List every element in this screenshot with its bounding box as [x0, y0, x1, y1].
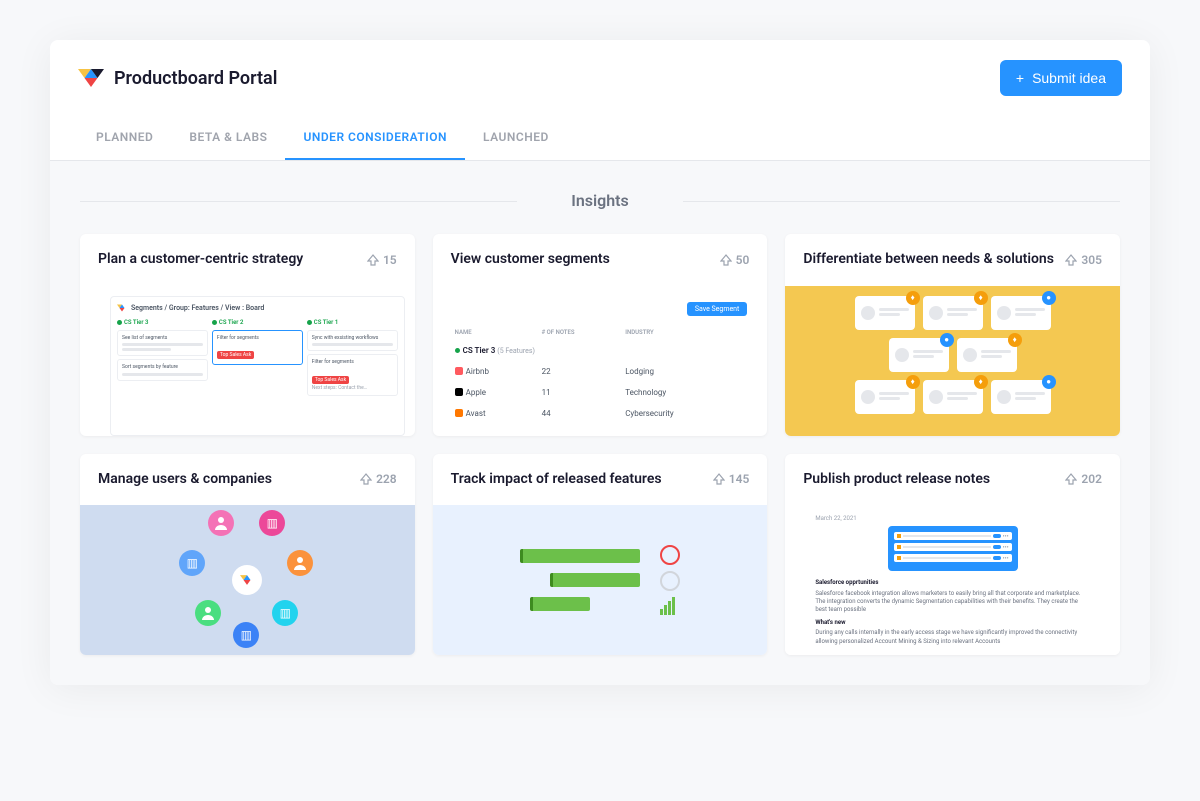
- card-grid: Plan a customer-centric strategy 15 Segm…: [80, 234, 1120, 655]
- card-title: Differentiate between needs & solutions: [803, 250, 1065, 270]
- card-preview: ▥ ▥ ▥ ▥: [80, 505, 415, 655]
- chat-icon: ●: [1042, 291, 1056, 305]
- upvote-icon: [720, 254, 732, 266]
- card-segments[interactable]: View customer segments 50 Save Segment N…: [433, 234, 768, 436]
- card-release-notes[interactable]: Publish product release notes 202 March …: [785, 454, 1120, 656]
- portal-app: Productboard Portal + Submit idea PLANNE…: [50, 40, 1150, 685]
- vote-count[interactable]: 145: [713, 472, 750, 486]
- content-area: Insights Plan a customer-centric strateg…: [50, 161, 1150, 685]
- vote-count[interactable]: 202: [1065, 472, 1102, 486]
- idea-icon: ♦: [1008, 333, 1022, 347]
- card-title: Plan a customer-centric strategy: [98, 250, 367, 270]
- bars-icon: [660, 597, 680, 615]
- vote-count[interactable]: 50: [720, 253, 750, 267]
- building-icon: ▥: [233, 622, 259, 648]
- person-icon: [195, 600, 221, 626]
- card-strategy[interactable]: Plan a customer-centric strategy 15 Segm…: [80, 234, 415, 436]
- idea-icon: ♦: [974, 291, 988, 305]
- upvote-icon: [713, 473, 725, 485]
- idea-icon: ♦: [906, 291, 920, 305]
- vote-count[interactable]: 305: [1065, 253, 1102, 267]
- section-title: Insights: [80, 191, 1120, 210]
- upvote-icon: [367, 254, 379, 266]
- card-title: View customer segments: [451, 250, 720, 270]
- person-icon: [287, 550, 313, 576]
- trend-icon: [660, 545, 680, 565]
- plus-icon: +: [1016, 70, 1024, 86]
- idea-icon: ♦: [974, 375, 988, 389]
- app-header: Productboard Portal + Submit idea: [50, 40, 1150, 116]
- chat-icon: ●: [1042, 375, 1056, 389]
- productboard-logo-icon: [78, 65, 104, 91]
- tab-planned[interactable]: PLANNED: [78, 116, 171, 160]
- person-icon: [208, 510, 234, 536]
- card-preview: March 22, 2021 ••• ••• ••• Salesforce op…: [785, 505, 1120, 655]
- card-preview: ♦ ♦ ● ● ♦ ♦ ♦ ●: [785, 286, 1120, 436]
- upvote-icon: [1065, 473, 1077, 485]
- idea-icon: ♦: [906, 375, 920, 389]
- tab-beta-labs[interactable]: BETA & LABS: [171, 116, 285, 160]
- card-title: Publish product release notes: [803, 470, 1065, 490]
- upvote-icon: [1065, 254, 1077, 266]
- building-icon: ▥: [259, 510, 285, 536]
- ring-icon: [660, 571, 680, 591]
- logo: Productboard Portal: [78, 65, 277, 91]
- tab-launched[interactable]: LAUNCHED: [465, 116, 567, 160]
- vote-count[interactable]: 15: [367, 253, 397, 267]
- app-title: Productboard Portal: [114, 68, 277, 89]
- card-preview: Segments / Group: Features / View : Boar…: [80, 286, 415, 436]
- card-title: Manage users & companies: [98, 470, 360, 490]
- mini-logo-icon: [117, 303, 127, 313]
- card-needs-solutions[interactable]: Differentiate between needs & solutions …: [785, 234, 1120, 436]
- building-icon: ▥: [272, 600, 298, 626]
- upvote-icon: [360, 473, 372, 485]
- card-users-companies[interactable]: Manage users & companies 228 ▥ ▥ ▥: [80, 454, 415, 656]
- building-icon: ▥: [179, 550, 205, 576]
- card-preview: [433, 505, 768, 655]
- submit-idea-button[interactable]: + Submit idea: [1000, 60, 1122, 96]
- vote-count[interactable]: 228: [360, 472, 397, 486]
- chat-icon: ●: [940, 333, 954, 347]
- tab-under-consideration[interactable]: UNDER CONSIDERATION: [285, 116, 465, 160]
- card-preview: Save Segment NAME# OF NOTESINDUSTRY CS T…: [433, 286, 768, 436]
- card-title: Track impact of released features: [451, 470, 713, 490]
- tab-bar: PLANNED BETA & LABS UNDER CONSIDERATION …: [50, 116, 1150, 161]
- card-impact[interactable]: Track impact of released features 145: [433, 454, 768, 656]
